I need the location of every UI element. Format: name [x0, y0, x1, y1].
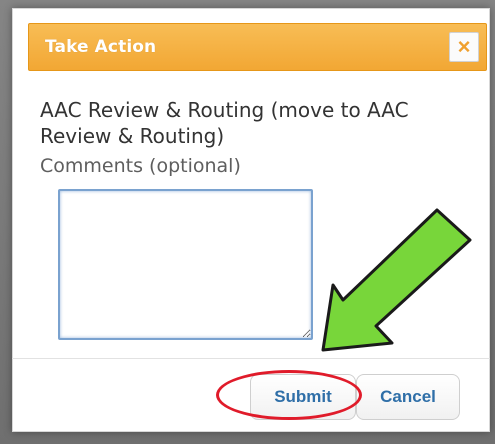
take-action-dialog: Take Action × AAC Review & Routing (move…	[12, 8, 490, 432]
comments-field-wrapper	[58, 189, 313, 340]
comments-textarea[interactable]	[58, 189, 313, 340]
dialog-content: AAC Review & Routing (move to AAC Review…	[40, 97, 482, 179]
submit-button[interactable]: Submit	[250, 374, 356, 420]
comments-label: Comments (optional)	[40, 155, 241, 177]
cancel-button[interactable]: Cancel	[356, 374, 460, 420]
dialog-titlebar: Take Action ×	[28, 23, 487, 71]
close-icon: ×	[457, 34, 471, 59]
dialog-title: Take Action	[45, 37, 157, 57]
close-button[interactable]: ×	[449, 32, 479, 62]
dialog-divider	[12, 358, 490, 359]
action-description: AAC Review & Routing (move to AAC Review…	[40, 98, 409, 148]
